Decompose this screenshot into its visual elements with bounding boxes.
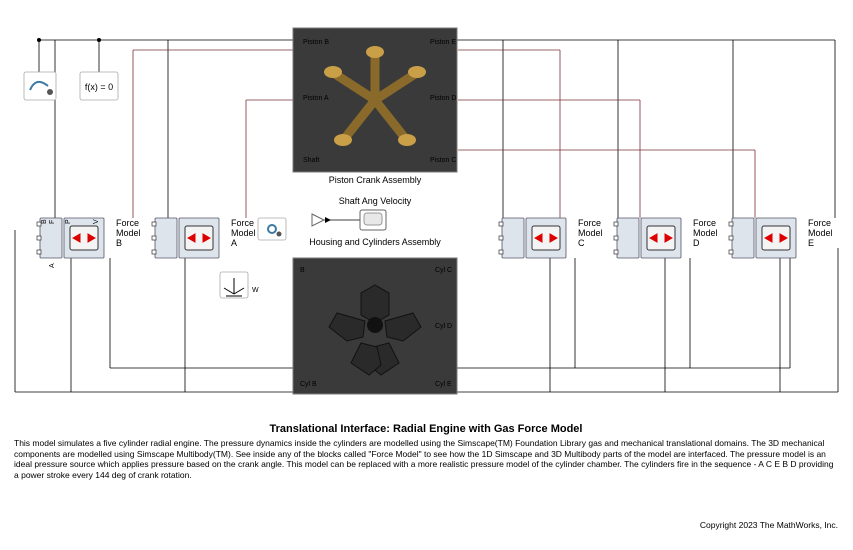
- piston-e-port-label: Piston E: [430, 39, 456, 46]
- piston-a-port-label: Piston A: [303, 95, 329, 102]
- fm-e-l1: Force: [808, 218, 831, 228]
- fm-b-l1: Force: [116, 218, 139, 228]
- cyl-c-port: Cyl C: [435, 267, 452, 274]
- svg-text:P: P: [65, 219, 72, 224]
- force-model-d-block[interactable]: [614, 218, 681, 258]
- fm-d-l3: D: [693, 238, 700, 248]
- world-frame-block[interactable]: W: [220, 272, 259, 298]
- housing-b-port: B: [300, 267, 305, 274]
- scope-block[interactable]: [360, 210, 386, 230]
- fx-zero-block[interactable]: f(x) = 0: [80, 72, 118, 100]
- fm-a-l1: Force: [231, 218, 254, 228]
- piston-d-port-label: Piston D: [430, 95, 456, 102]
- cyl-e-port: Cyl E: [435, 381, 452, 388]
- shaft-ang-velocity-label: Shaft Ang Velocity: [339, 196, 412, 206]
- fm-e-l3: E: [808, 238, 814, 248]
- fm-d-l2: Model: [693, 228, 718, 238]
- force-model-a-block[interactable]: [152, 218, 219, 258]
- fm-e-l2: Model: [808, 228, 833, 238]
- fm-d-l1: Force: [693, 218, 716, 228]
- svg-text:F: F: [49, 220, 56, 224]
- force-model-e-block[interactable]: [729, 218, 796, 258]
- piston-crank-assembly-block[interactable]: Piston B Piston E Piston A Piston D Shaf…: [293, 28, 457, 172]
- diagram-title: Translational Interface: Radial Engine w…: [270, 423, 583, 435]
- svg-text:A: A: [49, 263, 56, 268]
- fm-b-l3: B: [116, 238, 122, 248]
- force-model-c-block[interactable]: [499, 218, 566, 258]
- world-w-label: W: [252, 287, 259, 294]
- fm-a-l2: Model: [231, 228, 256, 238]
- shaft-port-label: Shaft: [303, 157, 319, 164]
- fm-b-l2: Model: [116, 228, 141, 238]
- piston-crank-caption: Piston Crank Assembly: [329, 175, 422, 185]
- housing-caption: Housing and Cylinders Assembly: [309, 237, 441, 247]
- fm-c-l1: Force: [578, 218, 601, 228]
- diagram-description: This model simulates a five cylinder rad…: [14, 438, 840, 481]
- piston-b-port-label: Piston B: [303, 39, 329, 46]
- fx-zero-label: f(x) = 0: [85, 82, 113, 92]
- fm-c-l2: Model: [578, 228, 603, 238]
- fm-c-l3: C: [578, 238, 585, 248]
- mechanism-config-block[interactable]: [258, 218, 286, 240]
- svg-text:V: V: [93, 219, 100, 224]
- fm-a-l3: A: [231, 238, 237, 248]
- ps-simulink-converter-block[interactable]: [312, 214, 324, 226]
- housing-cylinders-block[interactable]: B Cyl C Cyl D Cyl B Cyl E: [293, 258, 457, 394]
- cyl-d-port: Cyl D: [435, 323, 452, 330]
- svg-text:B: B: [41, 219, 48, 224]
- copyright-text: Copyright 2023 The MathWorks, Inc.: [700, 520, 838, 530]
- solver-config-block[interactable]: [24, 72, 56, 100]
- piston-c-port-label: Piston C: [430, 157, 456, 164]
- cyl-b-port: Cyl B: [300, 381, 317, 388]
